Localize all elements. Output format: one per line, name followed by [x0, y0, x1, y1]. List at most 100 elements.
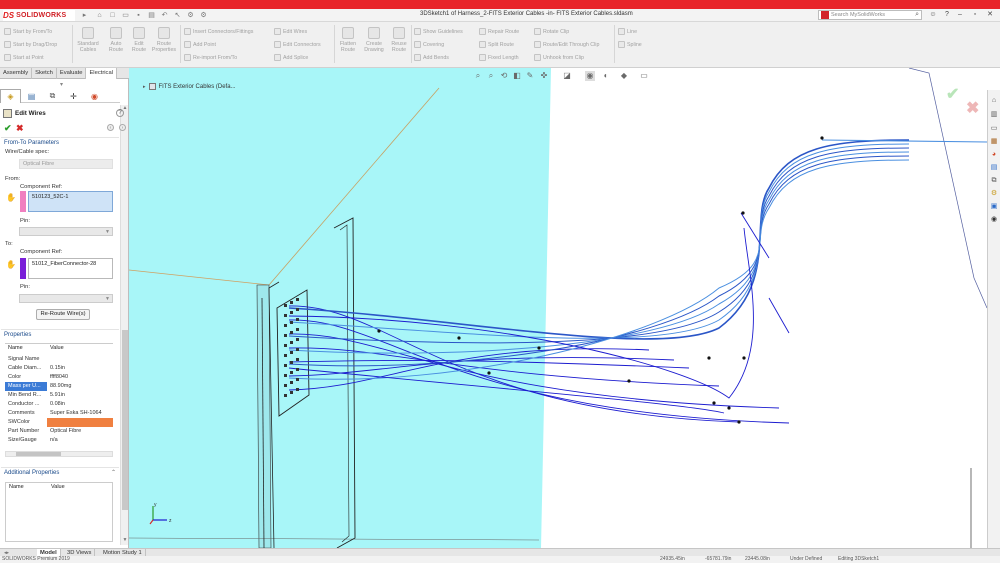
menu-expand-icon[interactable]: ▸: [80, 11, 89, 20]
table-row[interactable]: Min Bend R... 5.91in: [5, 391, 113, 400]
from-component-ref-field[interactable]: 510123_52C-1: [28, 191, 113, 212]
user-icon[interactable]: ☺: [928, 10, 938, 20]
home-icon[interactable]: ⌂: [95, 11, 104, 20]
spline-button[interactable]: Spline: [618, 41, 642, 48]
flatten-route-button[interactable]: Flatten Route: [336, 27, 360, 53]
view-orientation-icon[interactable]: ◪: [562, 71, 572, 81]
add-bends-button[interactable]: Add Bends: [414, 54, 449, 61]
back-icon[interactable]: ‹: [107, 124, 114, 131]
edit-appearance-icon[interactable]: ◆: [619, 71, 629, 81]
minimize-icon[interactable]: ‒: [955, 10, 965, 20]
standard-cables-button[interactable]: Standard Cables: [75, 27, 101, 53]
search-icon[interactable]: ⌕: [915, 11, 919, 19]
dynamic-annotation-icon[interactable]: ✎: [525, 71, 535, 81]
new-document-icon[interactable]: □: [108, 11, 117, 20]
wire-endpoint-marker[interactable]: [820, 136, 824, 140]
properties-hscrollbar[interactable]: [5, 451, 113, 457]
zoom-to-fit-icon[interactable]: ⌕: [473, 71, 483, 81]
wire[interactable]: [768, 297, 790, 334]
from-to-section-header[interactable]: From-To Parameters: [1, 137, 119, 147]
split-route-button[interactable]: Split Route: [479, 41, 514, 48]
rebuild-icon[interactable]: ⚙: [186, 11, 195, 20]
solidworks-logo[interactable]: DS SOLIDWORKS: [3, 10, 75, 21]
display-style-icon[interactable]: ◉: [585, 71, 595, 81]
edit-route-button[interactable]: Edit Route: [129, 27, 149, 53]
file-explorer-icon[interactable]: ▭: [989, 124, 999, 134]
wire-endpoint-marker[interactable]: [727, 406, 731, 410]
search-input[interactable]: Search MySolidWorks: [831, 12, 915, 18]
panel-scrollbar[interactable]: ▲ ▼: [120, 105, 128, 545]
prop-value[interactable]: 0.08in: [47, 400, 113, 409]
prop-value[interactable]: Optical Fibre: [47, 427, 113, 436]
wire-endpoint-marker[interactable]: [627, 379, 631, 383]
open-folder-icon[interactable]: ▭: [121, 11, 130, 20]
rotate-clip-button[interactable]: Rotate Clip: [534, 28, 569, 35]
scroll-down-icon[interactable]: ▼: [122, 537, 128, 543]
create-drawing-button[interactable]: Create Drawing: [361, 27, 387, 53]
start-by-from-to-button[interactable]: Start by From/To: [4, 28, 52, 35]
wire-endpoint-marker[interactable]: [712, 401, 716, 405]
tab-assembly[interactable]: Assembly: [0, 68, 33, 79]
print-icon[interactable]: ▤: [147, 11, 156, 20]
insert-connectors-button[interactable]: Insert Connectors/Fittings: [184, 28, 253, 35]
reuse-route-button[interactable]: Reuse Route: [388, 27, 410, 53]
wire-endpoint-marker[interactable]: [537, 346, 541, 350]
graphics-area[interactable]: ▸ FITS Exterior Cables (Defa... ⌕ ⌕ ⟲ ◧ …: [129, 68, 987, 548]
dimxpert-tab[interactable]: ✛: [63, 89, 84, 103]
wire-endpoint-marker[interactable]: [737, 420, 741, 424]
edit-connectors-button[interactable]: Edit Connectors: [274, 41, 321, 48]
confirm-ok-icon[interactable]: ✔: [946, 84, 959, 104]
forum-icon[interactable]: ⧉: [989, 176, 999, 186]
table-row[interactable]: Part Number Optical Fibre: [5, 427, 113, 436]
properties-section-header[interactable]: Properties: [1, 329, 119, 339]
line-button[interactable]: Line: [618, 28, 637, 35]
table-row[interactable]: Cable Diam... 0.15in: [5, 364, 113, 373]
tab-sketch[interactable]: Sketch: [32, 68, 57, 79]
previous-view-icon[interactable]: ⟲: [499, 71, 509, 81]
view-settings-icon[interactable]: ▭: [639, 71, 649, 81]
hide-show-items-icon[interactable]: ◐: [601, 71, 611, 81]
start-at-point-button[interactable]: Start at Point: [4, 54, 44, 61]
table-row[interactable]: Comments Super Eska SH-1064: [5, 409, 113, 418]
prop-value[interactable]: 5.91in: [47, 391, 113, 400]
start-by-drag-drop-button[interactable]: Start by Drag/Drop: [4, 41, 57, 48]
auto-route-button[interactable]: Auto Route: [104, 27, 128, 53]
prop-value[interactable]: Super Eska SH-1064: [47, 409, 113, 418]
save-icon[interactable]: ▪: [134, 11, 143, 20]
add-point-button[interactable]: Add Point: [184, 41, 216, 48]
prop-value[interactable]: 0.15in: [47, 364, 113, 373]
wire-endpoint-marker[interactable]: [707, 356, 711, 360]
edit-wires-button[interactable]: Edit Wires: [274, 28, 307, 35]
wire-endpoint-marker[interactable]: [742, 356, 746, 360]
route-properties-button[interactable]: Route Properties: [150, 27, 178, 53]
undo-icon[interactable]: ↶: [160, 11, 169, 20]
route-through-clip-button[interactable]: Route/Edit Through Clip: [534, 41, 599, 48]
feature-tree-flyout[interactable]: ▸ FITS Exterior Cables (Defa...: [143, 83, 236, 90]
model-view[interactable]: [129, 68, 987, 548]
solidworks-resources-icon[interactable]: ⌂: [989, 96, 999, 106]
wire-endpoint-marker[interactable]: [457, 336, 461, 340]
fixed-length-button[interactable]: Fixed Length: [479, 54, 519, 61]
prop-value[interactable]: 88.90mg: [47, 382, 113, 391]
appearances-icon[interactable]: ◕: [989, 150, 999, 160]
help-icon[interactable]: ?: [942, 10, 952, 20]
table-row[interactable]: Mass per U... 88.90mg: [5, 382, 113, 391]
custom-properties-icon[interactable]: ▤: [989, 163, 999, 173]
tab-electrical[interactable]: Electrical: [86, 68, 117, 79]
restore-icon[interactable]: ▫: [970, 10, 980, 20]
forward-icon[interactable]: ›: [119, 124, 126, 131]
additional-properties-section-header[interactable]: Additional Properties ⌃: [1, 467, 119, 477]
options-icon[interactable]: ⚙: [199, 11, 208, 20]
scrollbar-thumb[interactable]: [122, 330, 128, 510]
confirm-cancel-icon[interactable]: ✖: [966, 98, 979, 118]
zoom-to-area-icon[interactable]: ⌕: [486, 71, 496, 81]
table-row[interactable]: Signal Name: [5, 355, 113, 364]
panel-expand-handle[interactable]: ▾: [60, 81, 63, 88]
section-view-icon[interactable]: ◧: [512, 71, 522, 81]
hscroll-thumb[interactable]: [16, 452, 61, 456]
close-icon[interactable]: ✕: [985, 10, 995, 20]
wire-endpoint-marker[interactable]: [741, 211, 745, 215]
repair-route-button[interactable]: Repair Route: [479, 28, 519, 35]
prop-value[interactable]: n/a: [47, 436, 113, 445]
table-row[interactable]: SWColor: [5, 418, 113, 427]
